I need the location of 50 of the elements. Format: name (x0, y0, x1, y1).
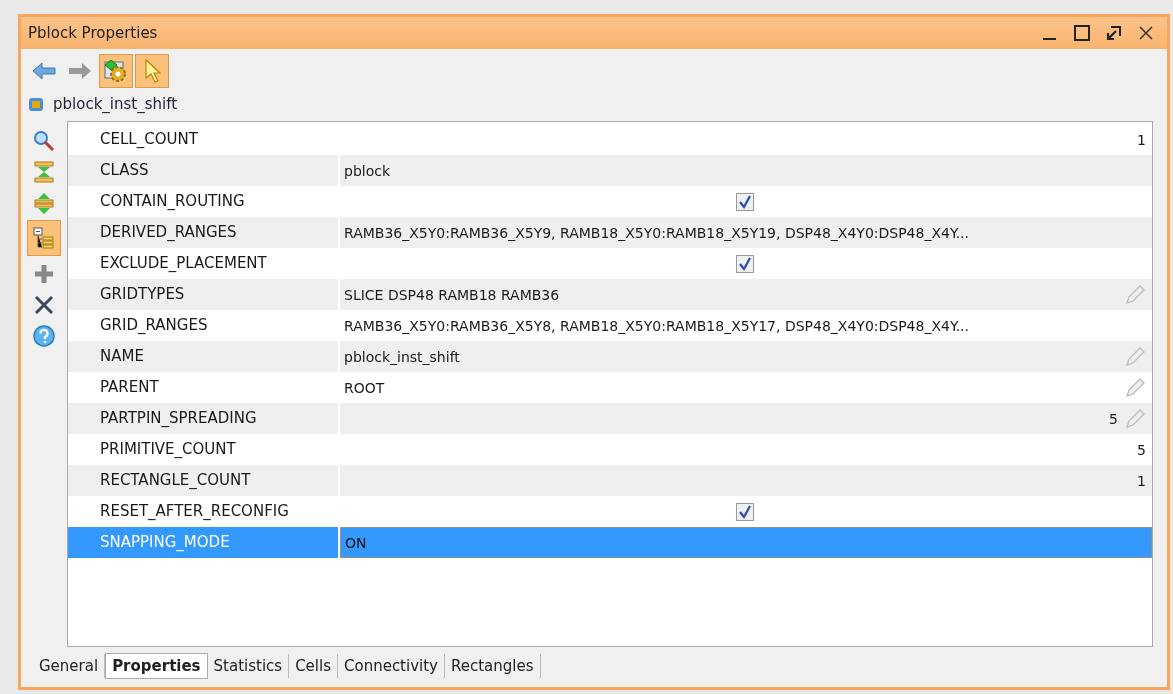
window-title: Pblock Properties (28, 24, 158, 42)
tree-icon (32, 226, 56, 250)
checkbox[interactable] (736, 254, 754, 273)
maximize-icon[interactable] (1073, 24, 1091, 42)
property-row[interactable]: CLASS pblock (68, 155, 1152, 186)
property-row[interactable]: PARTPIN_SPREADING 5 (68, 403, 1152, 434)
tab[interactable]: Statistics (207, 654, 290, 678)
property-value: 5 (1137, 441, 1146, 458)
property-row[interactable]: SNAPPING_MODE ON (68, 527, 1152, 558)
property-value: 1 (1137, 472, 1146, 489)
restore-icon[interactable] (1105, 24, 1123, 42)
gear-icon (103, 58, 129, 84)
cube-icon (27, 95, 45, 113)
property-value: pblock (344, 162, 391, 179)
property-name: DERIVED_RANGES (68, 217, 340, 248)
expand-icon (32, 190, 56, 215)
tree-button[interactable] (27, 220, 61, 256)
property-row[interactable]: RECTANGLE_COUNT 1 (68, 465, 1152, 496)
property-value: 5 (1109, 410, 1118, 427)
property-row[interactable]: GRIDTYPES SLICE DSP48 RAMB18 RAMB36 (68, 279, 1152, 310)
cursor-button[interactable] (135, 54, 169, 88)
object-name: pblock_inst_shift (53, 95, 178, 113)
checkbox[interactable] (736, 192, 754, 211)
back-arrow-icon (31, 60, 57, 82)
property-row[interactable]: DERIVED_RANGES RAMB36_X5Y0:RAMB36_X5Y9, RAMB18_X5Y0:RAMB18_X5Y19, DSP48_X4Y0:DSP48_X4Y... (68, 217, 1152, 248)
property-row[interactable]: NAME pblock_inst_shift (68, 341, 1152, 372)
property-value: pblock_inst_shift (344, 348, 460, 365)
property-name: CLASS (68, 155, 340, 186)
property-value: 1 (1137, 131, 1146, 148)
property-value: ON (345, 534, 367, 551)
property-name: RECTANGLE_COUNT (68, 465, 340, 496)
property-name: NAME (68, 341, 340, 372)
search-icon (32, 128, 56, 153)
property-value: RAMB36_X5Y0:RAMB36_X5Y8, RAMB18_X5Y0:RAMB18_X5Y17, DSP48_X4Y0:DSP48_X4Y... (344, 317, 969, 334)
tab[interactable]: Rectangles (445, 654, 541, 678)
close-icon[interactable] (1137, 24, 1155, 42)
property-name: SNAPPING_MODE (68, 527, 340, 558)
collapse-icon (32, 159, 56, 184)
tab[interactable]: Connectivity (338, 654, 445, 678)
tab[interactable]: Properties (105, 653, 208, 679)
checkbox[interactable] (736, 502, 754, 521)
property-value: RAMB36_X5Y0:RAMB36_X5Y9, RAMB18_X5Y0:RAMB18_X5Y19, DSP48_X4Y0:DSP48_X4Y... (344, 224, 969, 241)
property-value: SLICE DSP48 RAMB18 RAMB36 (344, 286, 560, 303)
property-name: PARTPIN_SPREADING (68, 403, 340, 434)
help-icon (32, 323, 56, 348)
tab[interactable]: Cells (289, 654, 338, 678)
property-name: GRIDTYPES (68, 279, 340, 310)
property-value: ROOT (344, 379, 385, 396)
settings-button[interactable] (99, 54, 133, 88)
forward-arrow-icon (67, 60, 93, 82)
